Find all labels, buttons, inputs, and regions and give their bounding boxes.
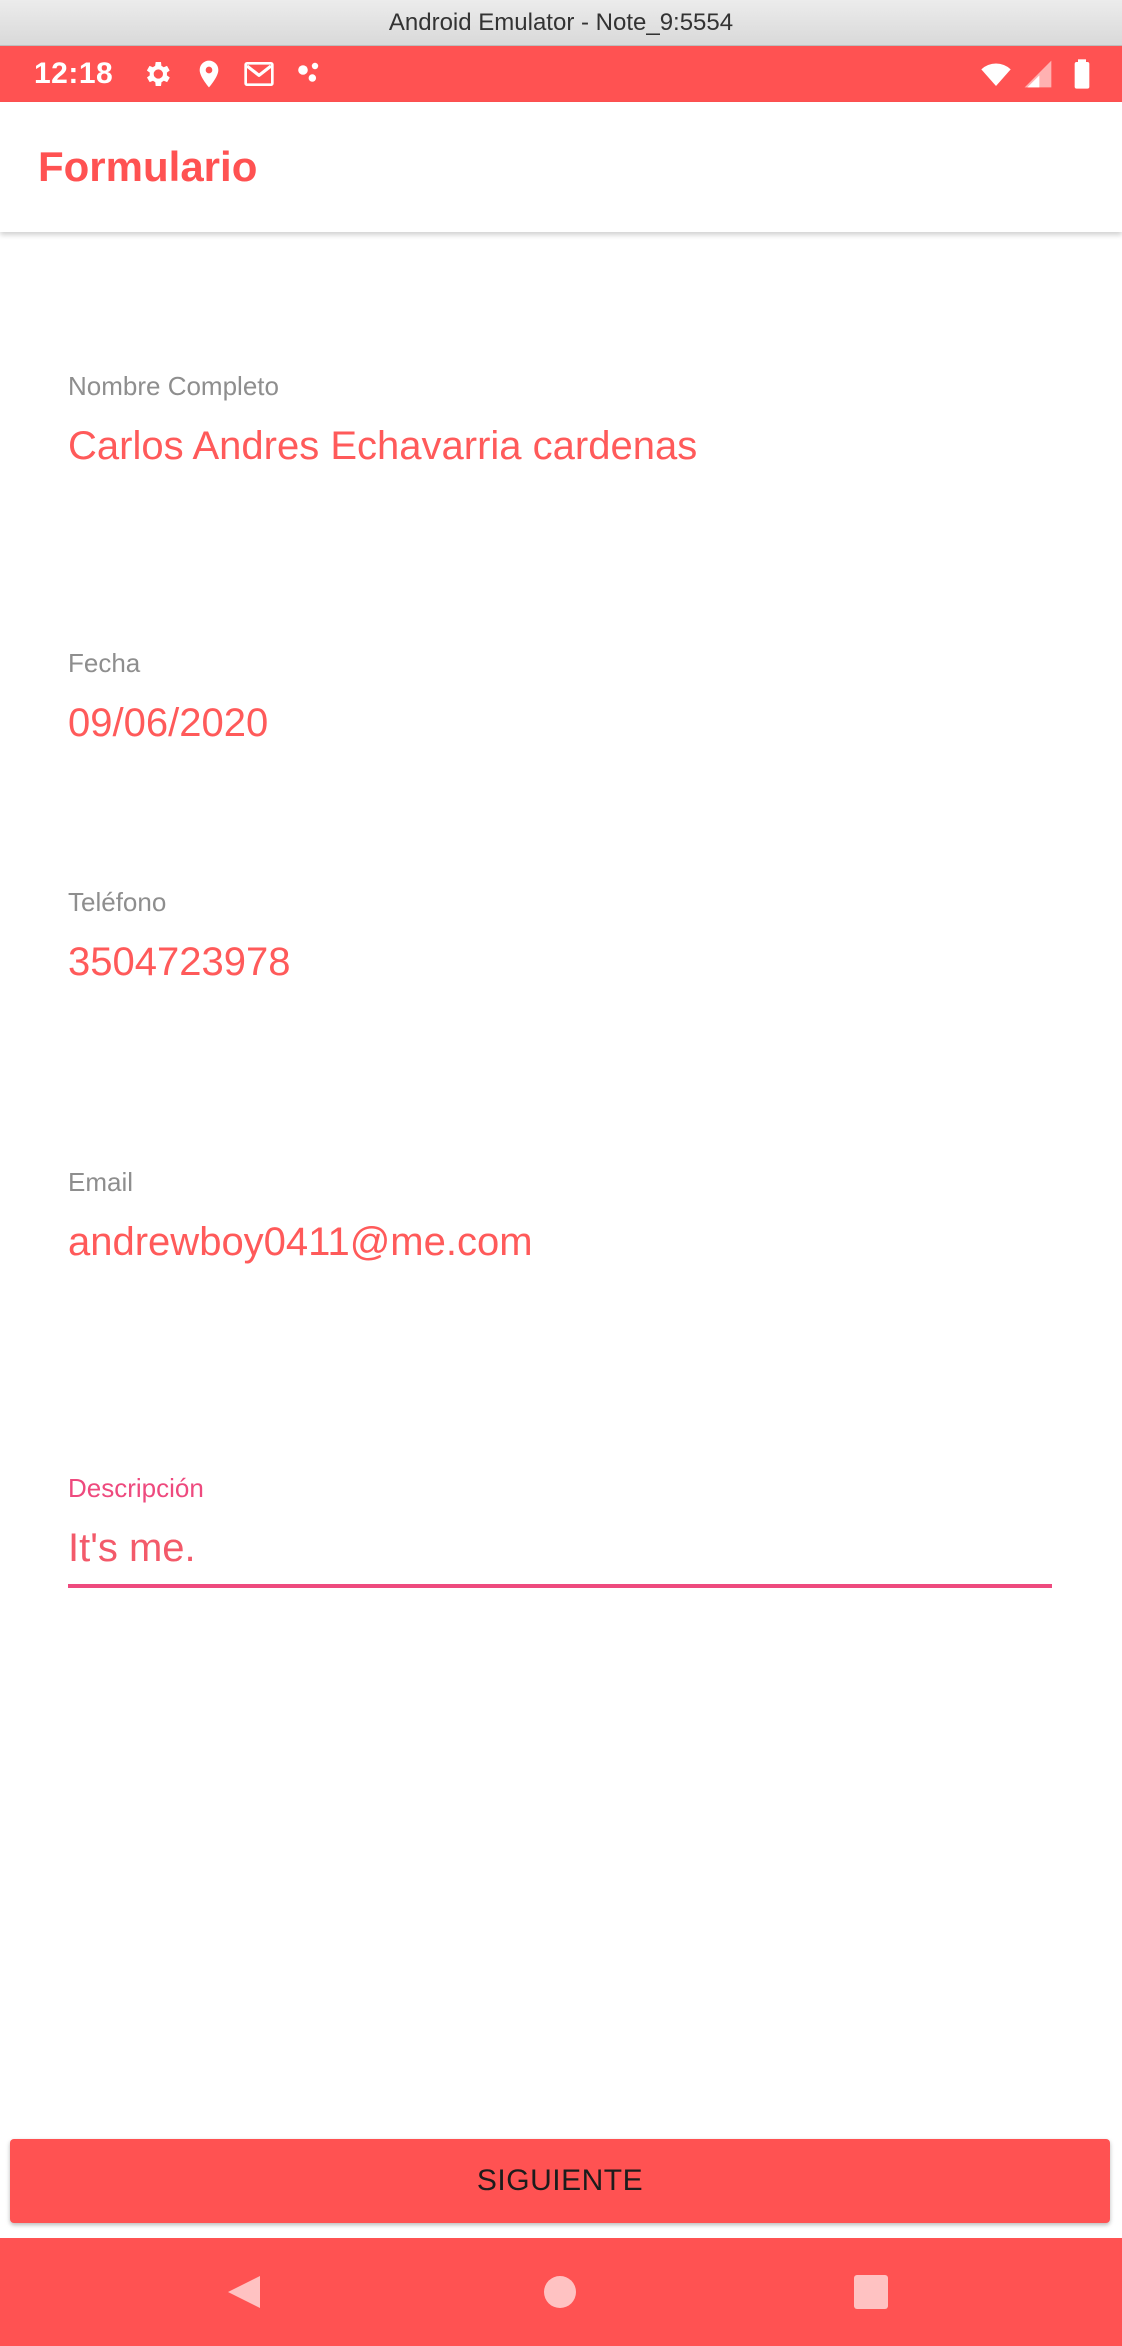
gmail-icon: [244, 62, 274, 86]
phone-value[interactable]: 3504723978: [68, 934, 1052, 990]
back-icon[interactable]: [222, 2272, 266, 2312]
full-name-value[interactable]: Carlos Andres Echavarria cardenas: [68, 418, 1052, 474]
date-field[interactable]: Fecha 09/06/2020: [68, 645, 1052, 751]
next-button[interactable]: SIGUIENTE: [10, 2139, 1110, 2223]
wifi-icon: [981, 63, 1011, 86]
email-label: Email: [68, 1167, 134, 1197]
emulator-window-title: Android Emulator - Note_9:5554: [388, 9, 734, 36]
phone-field[interactable]: Teléfono 3504723978: [68, 884, 1052, 990]
recents-icon[interactable]: [854, 2275, 888, 2309]
email-value[interactable]: andrewboy0411@me.com: [68, 1214, 1052, 1270]
home-icon[interactable]: [543, 2275, 577, 2309]
location-pin-icon: [199, 60, 219, 88]
description-field[interactable]: Descripción It's me.: [68, 1470, 1052, 1588]
status-bar: 12:18: [0, 46, 1122, 102]
page-title: Formulario: [38, 143, 258, 190]
full-name-label: Nombre Completo: [68, 371, 279, 401]
description-input[interactable]: It's me.: [68, 1520, 1052, 1576]
email-field[interactable]: Email andrewboy0411@me.com: [68, 1164, 1052, 1270]
dots-icon: [298, 62, 319, 82]
emulator-window-titlebar: Android Emulator - Note_9:5554: [0, 0, 1122, 46]
status-time: 12:18: [34, 57, 114, 90]
signal-icon: [1024, 60, 1052, 88]
full-name-field[interactable]: Nombre Completo Carlos Andres Echavarria…: [68, 368, 1052, 474]
description-label: Descripción: [68, 1473, 204, 1503]
phone-label: Teléfono: [68, 887, 167, 917]
app-bar: Formulario: [0, 102, 1122, 232]
navigation-bar: [0, 2238, 1122, 2346]
date-value[interactable]: 09/06/2020: [68, 695, 1052, 751]
gear-icon: [146, 62, 170, 86]
description-underline: [68, 1584, 1052, 1588]
date-label: Fecha: [68, 648, 141, 678]
battery-icon: [1074, 59, 1090, 89]
